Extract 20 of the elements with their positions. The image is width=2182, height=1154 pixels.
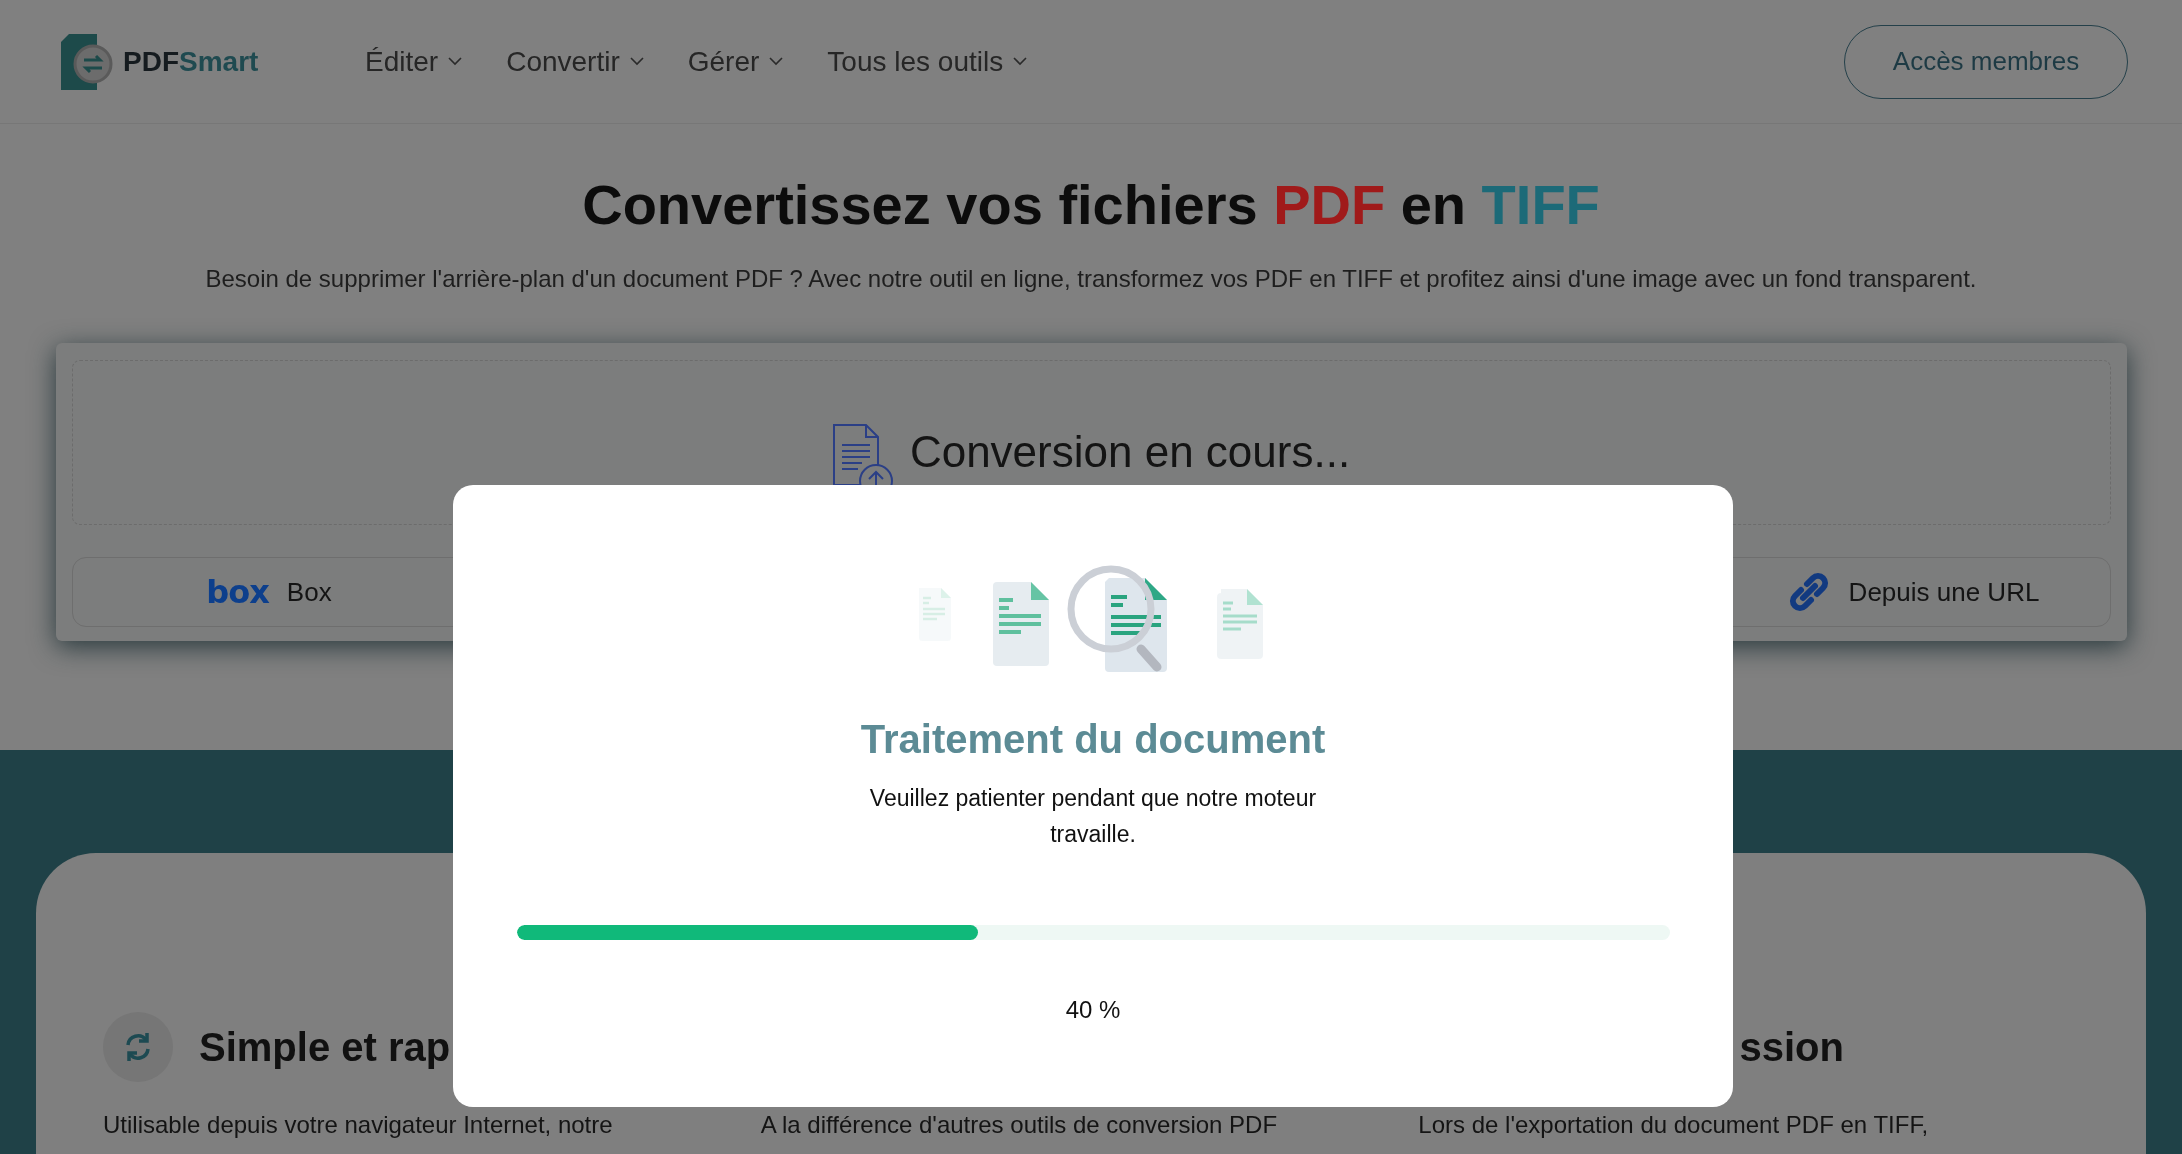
conversion-status: Conversion en cours... <box>909 427 1351 477</box>
dialog-message: Veuillez patienter pendant que notre moteur travaille. <box>868 784 1318 849</box>
chevron-down-icon <box>1013 57 1028 66</box>
page-subtitle: Besoin de supprimer l'arrière-plan d'un document PDF ? Avec notre outil en ligne, transformez vos PDF en TIFF et profitez ainsi d'une image avec un fond transparent. <box>205 265 1977 293</box>
progress-percentage: 40 % <box>1065 996 1121 1024</box>
chevron-down-icon <box>629 57 644 66</box>
nav-menu-item[interactable]: Éditer <box>365 45 463 78</box>
nav-menu-item[interactable]: Tous les outils <box>827 45 1028 78</box>
feature-title: Simple et rap <box>199 1024 451 1070</box>
nav-menu-item[interactable]: Gérer <box>687 45 784 78</box>
feature-title: ssion <box>1739 1024 1844 1070</box>
nav-menu-item[interactable]: Convertir <box>506 45 644 78</box>
brand-name[interactable]: PDFSmart <box>123 45 259 78</box>
chevron-down-icon <box>769 57 784 66</box>
dialog-title: Traitement du document <box>860 717 1326 762</box>
feature-text: Utilisable depuis votre navigateur Internet, notre <box>103 1111 614 1139</box>
feature-text: A la différence d'autres outils de conversion PDF <box>760 1111 1279 1139</box>
chevron-down-icon <box>448 57 463 66</box>
page-title: Convertissez vos fichiers PDF en TIFF <box>582 172 1600 237</box>
feature-text: Lors de l'exportation du document PDF en TIFF, <box>1418 1111 1930 1139</box>
